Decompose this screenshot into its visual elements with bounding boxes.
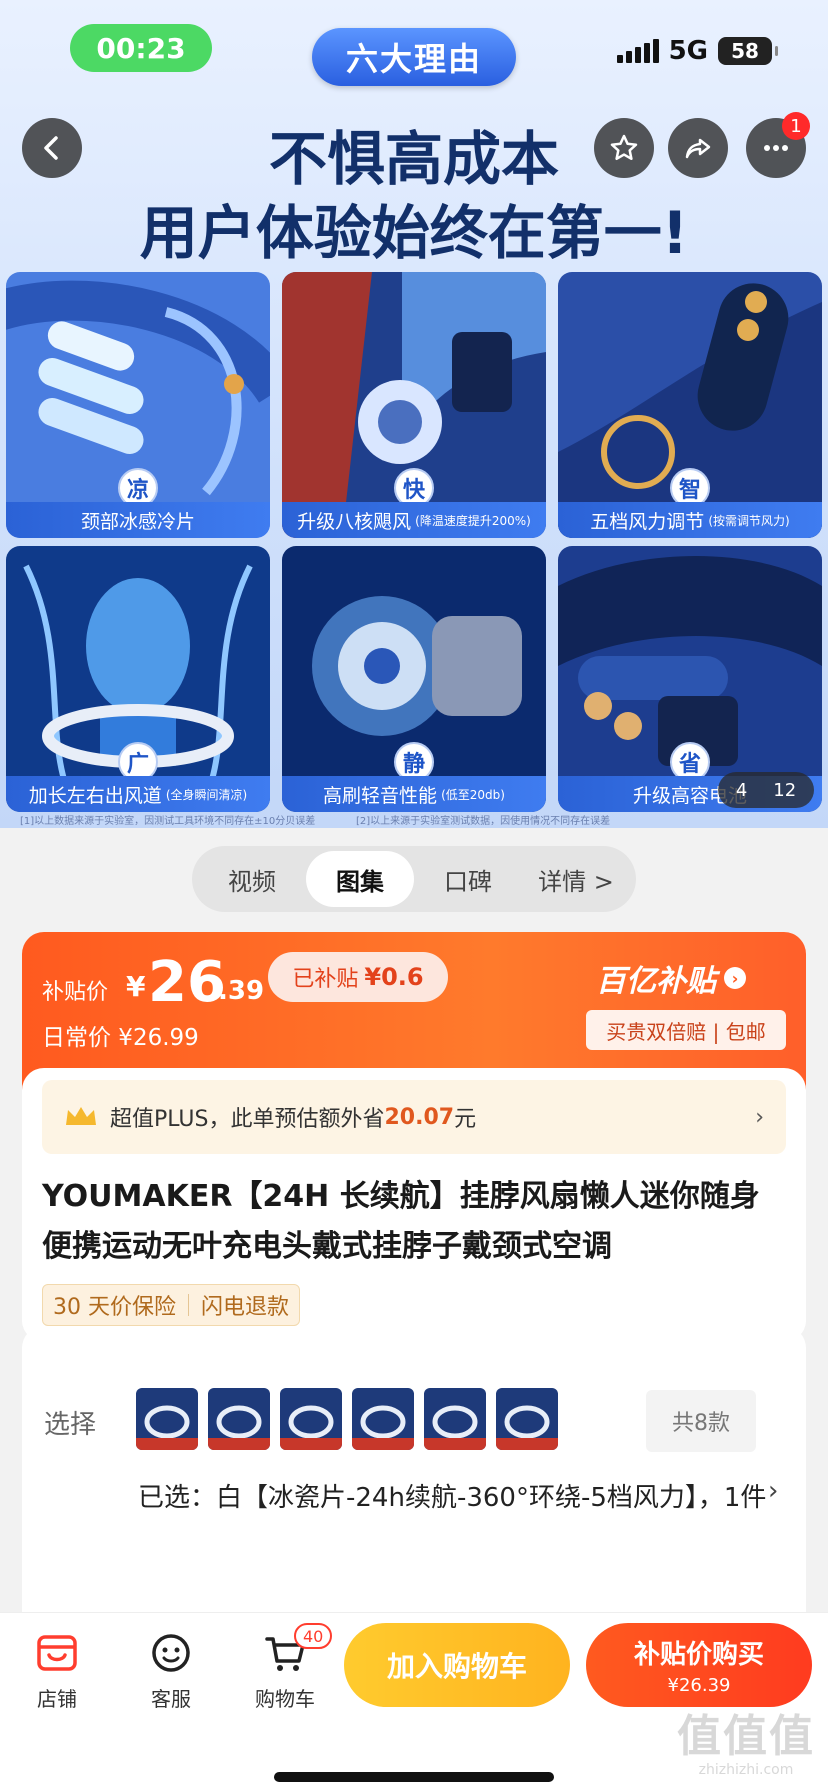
sku-thumbnail[interactable]	[208, 1388, 270, 1450]
tab-gallery[interactable]: 图集	[306, 851, 414, 907]
sku-thumbnail[interactable]	[352, 1388, 414, 1450]
store-button[interactable]: 店铺	[12, 1629, 102, 1712]
reasons-pill: 六大理由	[312, 28, 516, 86]
selected-variant[interactable]: 已选：白【冰瓷片-24h续航-360°环绕-5档风力】，1件	[138, 1472, 768, 1524]
store-icon	[37, 1635, 77, 1671]
service-tags[interactable]: 30 天价保险 闪电退款	[42, 1284, 301, 1326]
disclaimer-left: [1]以上数据来源于实验室，因测试工具环境不同存在±10分贝误差	[20, 816, 316, 827]
sku-thumbnail[interactable]	[424, 1388, 486, 1450]
buy-now-button[interactable]: 补贴价购买 ¥26.39	[586, 1623, 812, 1707]
daily-price: 日常价 ¥26.99	[42, 1025, 199, 1051]
subsidy-badge: 已补贴 ¥0.6	[268, 952, 448, 1002]
tab-video[interactable]: 视频	[198, 851, 306, 907]
pager-current: 4	[735, 779, 748, 801]
cart-count-badge: 40	[294, 1623, 333, 1649]
feature-caption: 颈部冰感冷片	[6, 502, 270, 538]
feature-grid: 凉 颈部冰感冷片 快 升级八核飓风 (降温速度提升200%) 智 五档风力调节 …	[6, 272, 822, 812]
chevron-right-icon: ›	[768, 1476, 779, 1506]
feature-caption: 高刷轻音性能 (低至20db)	[282, 776, 546, 812]
feature-tile-fast: 快 升级八核飓风 (降温速度提升200%)	[282, 272, 546, 538]
feature-caption: 五档风力调节 (按需调节风力)	[558, 502, 822, 538]
status-time: 00:23	[70, 24, 212, 72]
feature-caption: 加长左右出风道 (全身瞬间清凉)	[6, 776, 270, 812]
gallery-pager: 4 12	[718, 772, 814, 808]
crown-icon	[66, 1107, 96, 1125]
fast-refund-tag: 闪电退款	[201, 1295, 290, 1320]
feature-caption: 升级八核飓风 (降温速度提升200%)	[282, 502, 546, 538]
product-title: YOUMAKER【24H 长续航】挂脖风扇懒人迷你随身便携运动无叶充电头戴式挂脖…	[42, 1179, 760, 1264]
signal-icon	[616, 39, 659, 63]
product-gallery[interactable]: 00:23 六大理由 5G 58 1 不惧高成本 用户体验始终在第一! 凉 颈部…	[0, 0, 828, 828]
price-integer: 26	[148, 950, 226, 1015]
hero-title: 不惧高成本	[268, 125, 559, 193]
media-tabs: 视频 图集 口碑 详情 >	[192, 846, 636, 912]
customer-service-button[interactable]: 客服	[126, 1629, 216, 1712]
price-currency: ¥	[126, 970, 146, 1003]
subsidy-program-logo[interactable]: 百亿补贴 ›	[596, 956, 746, 1000]
tab-details[interactable]: 详情 >	[522, 851, 630, 907]
chat-face-icon	[152, 1634, 190, 1672]
home-indicator[interactable]	[274, 1772, 554, 1782]
sku-count-button[interactable]: 共8款	[646, 1390, 756, 1452]
battery-icon: 58	[718, 37, 778, 65]
pager-total: 12	[773, 779, 797, 801]
sku-thumbnail[interactable]	[136, 1388, 198, 1450]
site-watermark: 值值值 zhizhizhi.com	[677, 1711, 815, 1779]
guarantee-tag[interactable]: 买贵双倍赔 | 包邮	[586, 1010, 786, 1050]
chevron-right-icon: ›	[724, 967, 746, 989]
feature-tile-cool: 凉 颈部冰感冷片	[6, 272, 270, 538]
feature-tile-smart: 智 五档风力调节 (按需调节风力)	[558, 272, 822, 538]
price-card: 补贴价 ¥ 26 .39 已补贴 ¥0.6 日常价 ¥26.99 百亿补贴 › 买贵…	[22, 932, 806, 1342]
price-decimal: .39	[218, 976, 265, 1006]
add-to-cart-button[interactable]: 加入购物车	[344, 1623, 570, 1707]
status-indicators: 5G 58	[616, 36, 778, 66]
cart-button[interactable]: 购物车 40	[240, 1623, 333, 1712]
feature-tile-wide: 广 加长左右出风道 (全身瞬间清凉)	[6, 546, 270, 812]
network-type: 5G	[668, 36, 708, 66]
price-label: 补贴价	[42, 980, 109, 1005]
tab-reviews[interactable]: 口碑	[414, 851, 522, 907]
hero-subtitle: 用户体验始终在第一!	[139, 199, 689, 267]
sku-label: 选择	[44, 1410, 97, 1440]
plus-savings-row[interactable]: 超值PLUS，此单预估额外省 20.07 元 ›	[42, 1080, 786, 1154]
disclaimer-right: [2]以上来源于实验室测试数据，因使用情况不同存在误差	[356, 816, 611, 827]
feature-tile-quiet: 静 高刷轻音性能 (低至20db)	[282, 546, 546, 812]
sku-thumbnail[interactable]	[280, 1388, 342, 1450]
price-protection-tag: 30 天价保险	[53, 1295, 176, 1320]
sku-thumbnail[interactable]	[496, 1388, 558, 1450]
chevron-right-icon: ›	[755, 1104, 764, 1130]
